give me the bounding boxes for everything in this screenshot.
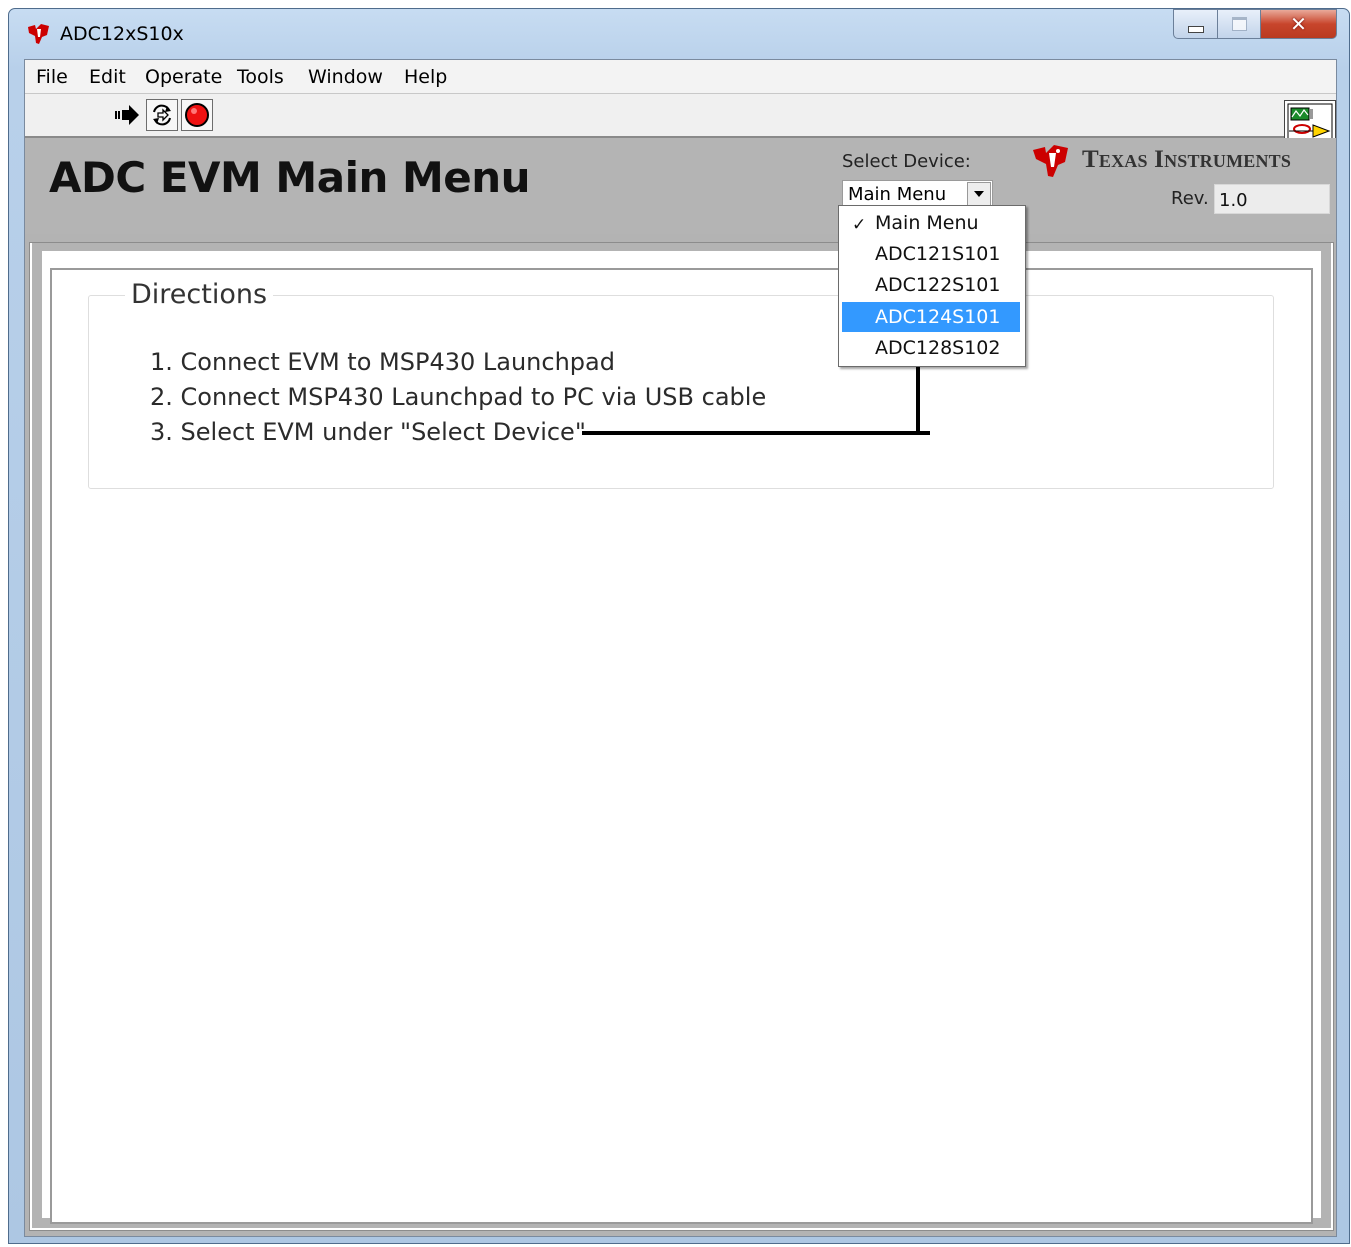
select-device-value: Main Menu	[848, 184, 947, 205]
direction-step-2: 2. Connect MSP430 Launchpad to PC via US…	[150, 383, 767, 411]
abort-stop-icon	[185, 103, 209, 127]
abort-button[interactable]	[181, 99, 213, 131]
direction-step-1: 1. Connect EVM to MSP430 Launchpad	[150, 348, 615, 376]
header-panel: ADC EVM Main Menu Select Device: Main Me…	[25, 138, 1336, 234]
dropdown-item-adc121s101[interactable]: ADC121S101	[842, 239, 1020, 269]
menu-edit[interactable]: Edit	[89, 66, 126, 88]
rev-label: Rev.	[1171, 188, 1209, 209]
minimize-icon	[1187, 25, 1204, 33]
maximize-button[interactable]	[1218, 9, 1261, 39]
menu-file[interactable]: File	[36, 66, 68, 88]
dropdown-item-label: ADC122S101	[875, 274, 1001, 296]
select-device-label: Select Device:	[842, 151, 971, 172]
close-button[interactable]: ✕	[1261, 9, 1337, 39]
connector-line-horizontal	[582, 431, 930, 435]
checkmark-icon: ✓	[852, 215, 867, 235]
brand-name: Texas Instruments	[1082, 146, 1292, 173]
maximize-icon	[1231, 17, 1247, 31]
device-dropdown-list: ✓ Main Menu ADC121S101 ADC122S101 ADC124…	[838, 205, 1026, 367]
ti-logo-icon	[1033, 145, 1068, 177]
dropdown-item-adc124s101[interactable]: ADC124S101	[842, 302, 1020, 332]
menu-operate[interactable]: Operate	[145, 66, 222, 88]
dropdown-arrow-button[interactable]	[967, 182, 991, 206]
toolbar: 1	[25, 94, 1336, 162]
connector-line-vertical	[916, 356, 920, 435]
page-title: ADC EVM Main Menu	[49, 153, 531, 202]
app-window: ADC12xS10x ✕ File Edit Operate Tools Win…	[8, 8, 1350, 1244]
menu-tools[interactable]: Tools	[237, 66, 284, 88]
dropdown-item-main-menu[interactable]: ✓ Main Menu	[842, 208, 1020, 238]
run-continuously-button[interactable]	[146, 99, 178, 131]
rev-indicator: 1.0	[1214, 184, 1330, 214]
caption-buttons: ✕	[1173, 9, 1337, 39]
directions-legend: Directions	[125, 279, 274, 310]
run-continuously-icon	[153, 104, 171, 126]
rev-value: 1.0	[1219, 190, 1248, 211]
dropdown-item-adc122s101[interactable]: ADC122S101	[842, 270, 1020, 300]
minimize-button[interactable]	[1173, 9, 1218, 39]
directions-box: Directions 1. Connect EVM to MSP430 Laun…	[88, 279, 1274, 489]
window-title: ADC12xS10x	[60, 23, 184, 45]
dropdown-item-label: ADC128S102	[875, 337, 1001, 359]
dropdown-item-label: Main Menu	[875, 212, 979, 234]
run-arrow-icon	[115, 105, 139, 125]
dropdown-item-adc128s102[interactable]: ADC128S102	[842, 333, 1020, 363]
menu-bar: File Edit Operate Tools Window Help	[25, 60, 1336, 94]
title-bar[interactable]: ADC12xS10x ✕	[9, 9, 1349, 59]
menu-help[interactable]: Help	[404, 66, 447, 88]
run-button[interactable]	[111, 99, 143, 131]
ti-logo-icon	[28, 24, 49, 44]
menu-window[interactable]: Window	[308, 66, 383, 88]
client-area: File Edit Operate Tools Window Help ADC …	[24, 59, 1337, 1237]
dropdown-item-label: ADC121S101	[875, 243, 1001, 265]
chevron-down-icon	[974, 191, 984, 197]
direction-step-3: 3. Select EVM under "Select Device"	[150, 418, 586, 446]
close-icon: ✕	[1290, 12, 1307, 36]
dropdown-item-label: ADC124S101	[875, 306, 1001, 328]
select-device-dropdown[interactable]: Main Menu	[842, 180, 993, 208]
